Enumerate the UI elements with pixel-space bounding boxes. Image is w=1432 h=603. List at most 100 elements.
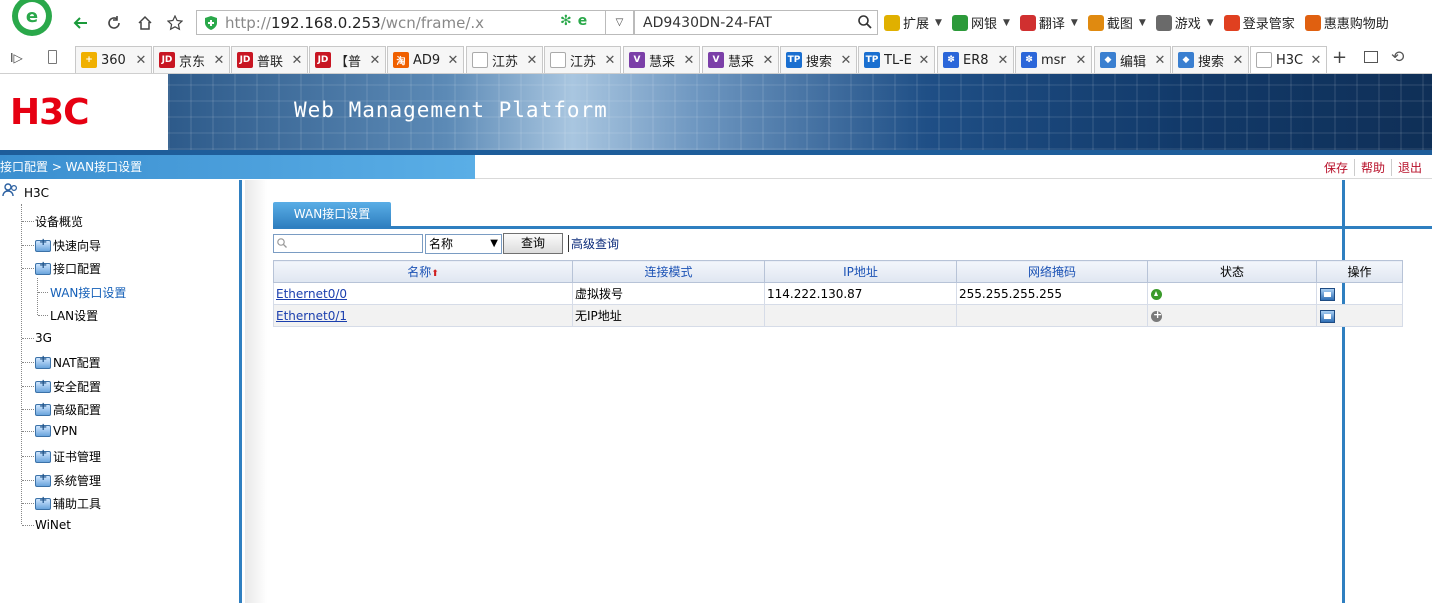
close-icon[interactable]: ✕	[917, 53, 931, 68]
sidebar-item[interactable]: 证书管理	[22, 448, 101, 465]
sidebar-item[interactable]: 快速向导	[22, 237, 101, 254]
sidebar-item[interactable]: 高级配置	[22, 401, 101, 418]
reload-icon	[108, 16, 120, 29]
query-input[interactable]	[273, 234, 423, 253]
browser-tab[interactable]: TP 搜索 ✕	[780, 46, 857, 73]
address-dropdown[interactable]: ▽	[606, 10, 634, 35]
close-icon[interactable]: ✕	[1074, 53, 1088, 68]
query-button[interactable]: 查询	[503, 233, 563, 254]
sidebar-toggle-icon[interactable]: I▷	[10, 51, 23, 65]
column-mode[interactable]: 连接模式	[572, 260, 765, 283]
browser-tab[interactable]: ◆ 搜索 ✕	[1172, 46, 1249, 73]
browser-tab[interactable]: +360 ✕	[75, 46, 152, 73]
tab-favicon-icon: JD	[159, 52, 175, 68]
extension-item[interactable]: 截图 ▼	[1087, 13, 1146, 32]
search-icon[interactable]	[857, 14, 873, 30]
help-link[interactable]: 帮助	[1355, 159, 1392, 176]
browser-tab[interactable]: V 慧采 ✕	[623, 46, 700, 73]
browser-tab[interactable]: 淘 AD9 ✕	[387, 46, 464, 73]
close-icon[interactable]: ✕	[525, 53, 539, 68]
search-input[interactable]: AD9430DN-24-FAT	[634, 10, 878, 35]
sidebar-item[interactable]: 设备概览	[22, 213, 83, 230]
speed-icon[interactable]: ✻	[560, 13, 572, 29]
column-name[interactable]: 名称⬆	[273, 260, 573, 283]
extension-item[interactable]: 游戏 ▼	[1155, 13, 1214, 32]
query-field-select[interactable]: 名称 ▼	[425, 233, 502, 254]
browser-tab[interactable]: V 慧采 ✕	[702, 46, 779, 73]
close-icon[interactable]: ✕	[368, 53, 382, 68]
browser-logo-icon[interactable]: e	[6, 0, 56, 42]
extension-item[interactable]: 翻译 ▼	[1019, 13, 1078, 32]
logout-link[interactable]: 退出	[1392, 159, 1428, 176]
close-icon[interactable]: ✕	[603, 53, 617, 68]
column-ip[interactable]: IP地址	[764, 260, 957, 283]
close-icon[interactable]: ✕	[996, 53, 1010, 68]
reload-button[interactable]	[103, 12, 125, 34]
sort-up-icon: ⬆	[431, 269, 439, 279]
sidebar-item[interactable]: 安全配置	[22, 378, 101, 395]
browser-tab[interactable]: ✽ ER8 ✕	[937, 46, 1014, 73]
sidebar-item[interactable]: NAT配置	[22, 354, 101, 371]
address-bar[interactable]: http://192.168.0.253/wcn/frame/.x	[196, 10, 606, 35]
close-icon[interactable]: ✕	[682, 53, 696, 68]
tab-favicon-icon: V	[629, 52, 645, 68]
browser-tab[interactable]: ✽ msr ✕	[1015, 46, 1092, 73]
new-tab-button[interactable]: +	[1332, 47, 1347, 68]
close-icon[interactable]: ✕	[134, 53, 148, 68]
close-icon[interactable]: ✕	[290, 53, 304, 68]
browser-tab[interactable]: 江苏 ✕	[466, 46, 543, 73]
close-icon[interactable]: ✕	[761, 53, 775, 68]
ie-mode-icon[interactable]: e	[578, 13, 588, 29]
edit-icon[interactable]	[1320, 309, 1335, 323]
back-button[interactable]	[70, 12, 92, 34]
interface-link[interactable]: Ethernet0/0	[276, 287, 347, 301]
browser-tab[interactable]: TP TL-E ✕	[858, 46, 935, 73]
restore-tab-icon[interactable]	[1364, 51, 1378, 63]
folder-icon	[35, 260, 51, 275]
interface-link[interactable]: Ethernet0/1	[276, 309, 347, 323]
extension-item[interactable]: 惠惠购物助	[1304, 13, 1389, 32]
tab-wan-settings[interactable]: WAN接口设置	[273, 202, 391, 227]
close-icon[interactable]: ✕	[212, 53, 226, 68]
favorite-button[interactable]	[164, 12, 186, 34]
home-button[interactable]	[134, 12, 156, 34]
extension-item[interactable]: 扩展 ▼	[884, 13, 942, 32]
sidebar-item[interactable]: VPN	[22, 422, 77, 438]
close-icon[interactable]: ✕	[446, 53, 460, 68]
folder-icon	[35, 422, 51, 437]
tab-list-icon[interactable]	[48, 50, 57, 64]
tab-favicon-icon: ◆	[1100, 52, 1116, 68]
table-row: Ethernet0/0 虚拟拨号 114.222.130.87 255.255.255…	[273, 282, 1403, 305]
sidebar-item[interactable]: 接口配置	[22, 260, 101, 277]
close-icon[interactable]: ✕	[839, 53, 853, 68]
undo-close-icon[interactable]: ⟲	[1391, 47, 1404, 66]
browser-tab[interactable]: JD 普联 ✕	[231, 46, 308, 73]
close-icon[interactable]: ✕	[1231, 53, 1245, 68]
save-link[interactable]: 保存	[1318, 159, 1355, 176]
extension-bar: 扩展 ▼ 网银 ▼ 翻译 ▼ 截图 ▼ 游戏 ▼ 登录管家 惠惠购物助	[884, 13, 1399, 32]
sidebar-item[interactable]: 3G	[22, 331, 52, 345]
ip-cell	[764, 304, 957, 327]
browser-tab[interactable]: H3C ✕	[1250, 46, 1327, 73]
extension-item[interactable]: 网银 ▼	[951, 13, 1010, 32]
browser-tab[interactable]: JD 【普 ✕	[309, 46, 386, 73]
tree-root[interactable]: H3C	[2, 182, 49, 200]
browser-toolbar: e http://192.168.0.253/wcn/frame/.x ✻ e …	[0, 0, 1432, 44]
close-icon[interactable]: ✕	[1153, 53, 1167, 68]
sidebar-subitem[interactable]: WAN接口设置	[38, 284, 126, 301]
advanced-query-link[interactable]: 高级查询	[568, 235, 619, 252]
close-icon[interactable]: ✕	[1309, 53, 1323, 68]
column-mask[interactable]: 网络掩码	[956, 260, 1148, 283]
sidebar-item[interactable]: 辅助工具	[22, 495, 101, 512]
sidebar-item[interactable]: 系统管理	[22, 472, 101, 489]
browser-tab[interactable]: JD 京东 ✕	[153, 46, 230, 73]
folder-icon	[35, 354, 51, 369]
sidebar-subitem[interactable]: LAN设置	[38, 307, 98, 324]
action-cell	[1316, 282, 1403, 305]
sidebar-item[interactable]: WiNet	[22, 518, 71, 532]
browser-tab[interactable]: 江苏 ✕	[544, 46, 621, 73]
edit-icon[interactable]	[1320, 287, 1335, 301]
extension-item[interactable]: 登录管家	[1223, 13, 1295, 32]
browser-tab[interactable]: ◆ 编辑 ✕	[1094, 46, 1171, 73]
chevron-down-icon: ▼	[1138, 17, 1146, 28]
